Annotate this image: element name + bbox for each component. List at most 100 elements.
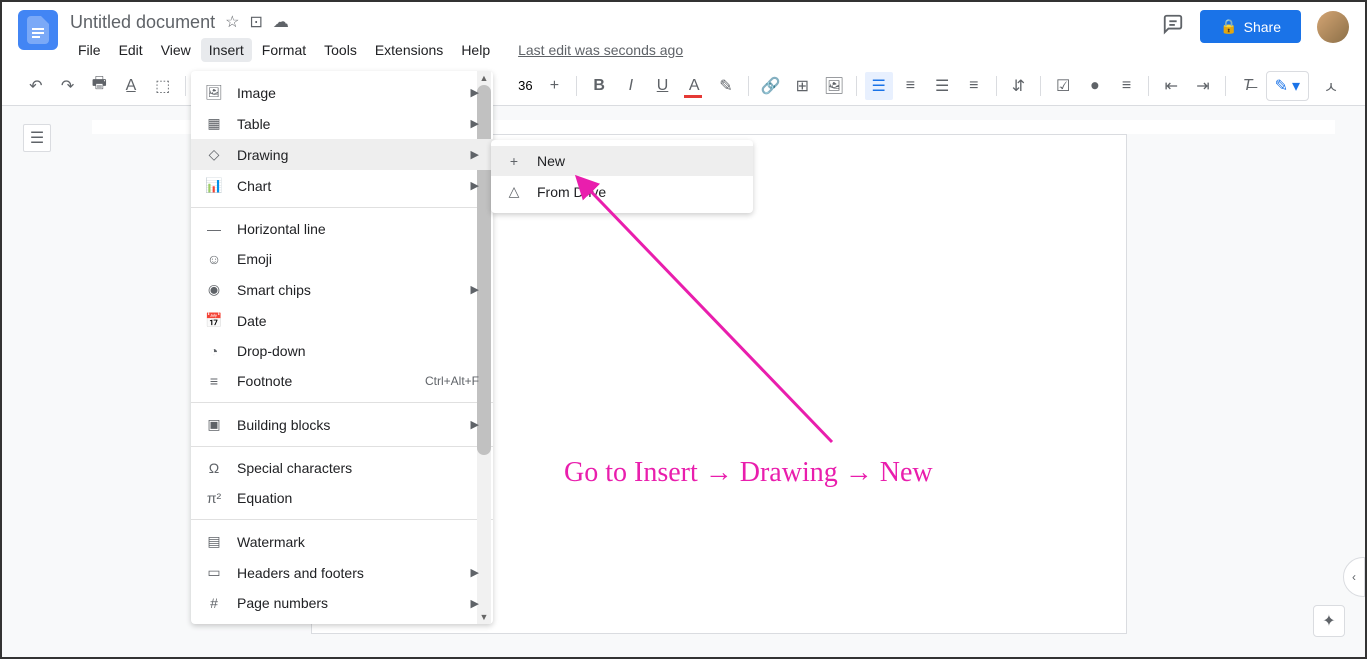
number-list-button[interactable]: ≡ [1113, 72, 1141, 100]
plus-icon: + [505, 153, 523, 169]
menu-item-label: Equation [237, 490, 479, 506]
share-button[interactable]: 🔒 Share [1200, 10, 1301, 43]
line-spacing-button[interactable]: ⇵ [1005, 72, 1033, 100]
menubar: File Edit View Insert Format Tools Exten… [70, 38, 1162, 62]
insert-menu-image[interactable]: 🖼 Image ▶ [191, 77, 493, 108]
shortcut-text: Ctrl+Alt+F [425, 374, 479, 388]
insert-menu-drop-down[interactable]: ◔ Drop-down [191, 336, 493, 366]
blocks-icon: ▣ [205, 416, 223, 433]
insert-menu-building-blocks[interactable]: ▣ Building blocks ▶ [191, 409, 493, 440]
menu-item-label: Special characters [237, 460, 479, 476]
menu-item-label: Headers and footers [237, 565, 457, 581]
checklist-button[interactable]: ☑ [1049, 72, 1077, 100]
menu-extensions[interactable]: Extensions [367, 38, 451, 62]
last-edit-link[interactable]: Last edit was seconds ago [518, 42, 683, 58]
comments-icon[interactable] [1162, 13, 1184, 41]
chevron-right-icon: ▶ [471, 283, 479, 296]
spellcheck-button[interactable]: A̲ [117, 72, 145, 100]
annotation-text: Go to Insert → Drawing → New [564, 457, 933, 489]
table-icon: ▦ [205, 115, 223, 132]
cloud-icon[interactable]: ☁ [273, 12, 289, 32]
chevron-right-icon: ▶ [471, 597, 479, 610]
insert-dropdown: ▲ ▼ 🖼 Image ▶▦ Table ▶◇ Drawing ▶📊 Chart… [191, 71, 493, 624]
insert-menu-drawing[interactable]: ◇ Drawing ▶ [191, 139, 493, 170]
italic-button[interactable]: I [617, 72, 645, 100]
app-header: Untitled document ☆ ⊡ ☁ File Edit View I… [2, 2, 1365, 66]
dropdown-icon: ◔ [205, 343, 223, 359]
align-left-button[interactable]: ☰ [865, 72, 893, 100]
insert-menu-emoji[interactable]: ☺ Emoji [191, 244, 493, 274]
menu-item-label: Footnote [237, 373, 411, 389]
font-size-value[interactable]: 36 [514, 78, 536, 93]
document-title[interactable]: Untitled document [70, 12, 215, 33]
menu-item-label: Horizontal line [237, 221, 479, 237]
insert-menu-watermark[interactable]: ▤ Watermark [191, 526, 493, 557]
font-size-increase[interactable]: + [541, 72, 569, 100]
date-icon: 📅 [205, 312, 223, 329]
chevron-right-icon: ▶ [471, 148, 479, 161]
menu-tools[interactable]: Tools [316, 38, 365, 62]
insert-menu-headers-and-footers[interactable]: ▭ Headers and footers ▶ [191, 557, 493, 588]
insert-menu-date[interactable]: 📅 Date [191, 305, 493, 336]
drawing-submenu: + New△ From Drive [491, 140, 753, 213]
insert-menu-page-numbers[interactable]: # Page numbers ▶ [191, 588, 493, 618]
print-button[interactable]: 🖶 [85, 72, 113, 100]
align-right-button[interactable]: ☰ [928, 72, 956, 100]
explore-button[interactable]: ✦ [1313, 605, 1345, 637]
menu-view[interactable]: View [153, 38, 199, 62]
move-icon[interactable]: ⊡ [249, 12, 262, 32]
drawing-icon: ◇ [205, 146, 223, 163]
omega-icon: Ω [205, 460, 223, 476]
menu-item-label: Drawing [237, 147, 457, 163]
undo-button[interactable]: ↶ [22, 72, 50, 100]
menu-format[interactable]: Format [254, 38, 314, 62]
star-icon[interactable]: ☆ [225, 12, 239, 32]
docs-logo-icon[interactable] [18, 10, 58, 50]
hline-icon: — [205, 221, 223, 237]
insert-menu-chart[interactable]: 📊 Chart ▶ [191, 170, 493, 201]
drawing-submenu-new[interactable]: + New [491, 146, 753, 176]
editing-mode-button[interactable]: ✎ ▾ [1266, 71, 1309, 101]
menu-item-label: Emoji [237, 251, 479, 267]
menu-item-label: Watermark [237, 534, 479, 550]
insert-menu-special-characters[interactable]: Ω Special characters [191, 453, 493, 483]
align-justify-button[interactable]: ≡ [960, 72, 988, 100]
menu-insert[interactable]: Insert [201, 38, 252, 62]
menu-file[interactable]: File [70, 38, 109, 62]
headers-icon: ▭ [205, 564, 223, 581]
bullet-list-button[interactable]: ⦁ [1081, 72, 1109, 100]
submenu-item-label: From Drive [537, 184, 739, 200]
menu-item-label: Image [237, 85, 457, 101]
expand-button[interactable]: ㅅ [1317, 72, 1345, 100]
highlight-button[interactable]: ✎ [712, 72, 740, 100]
insert-menu-table[interactable]: ▦ Table ▶ [191, 108, 493, 139]
lock-icon: 🔒 [1220, 18, 1237, 35]
comment-button[interactable]: ⊞ [788, 72, 816, 100]
align-center-button[interactable]: ≡ [897, 72, 925, 100]
redo-button[interactable]: ↷ [54, 72, 82, 100]
insert-menu-footnote[interactable]: ≡ Footnote Ctrl+Alt+F [191, 366, 493, 396]
bold-button[interactable]: B [585, 72, 613, 100]
menu-help[interactable]: Help [453, 38, 498, 62]
chips-icon: ◉ [205, 281, 223, 298]
insert-menu-equation[interactable]: π² Equation [191, 483, 493, 513]
drawing-submenu-from-drive[interactable]: △ From Drive [491, 176, 753, 207]
text-color-button[interactable]: A [680, 72, 708, 100]
pencil-icon: ✎ [1275, 76, 1288, 96]
watermark-icon: ▤ [205, 533, 223, 550]
clear-formatting-button[interactable]: T̶ [1234, 72, 1262, 100]
insert-menu-horizontal-line[interactable]: — Horizontal line [191, 214, 493, 244]
link-button[interactable]: 🔗 [757, 72, 785, 100]
user-avatar[interactable] [1317, 11, 1349, 43]
outline-button[interactable]: ☰ [23, 124, 51, 152]
menu-item-label: Smart chips [237, 282, 457, 298]
insert-menu-smart-chips[interactable]: ◉ Smart chips ▶ [191, 274, 493, 305]
menu-edit[interactable]: Edit [111, 38, 151, 62]
underline-button[interactable]: U [649, 72, 677, 100]
indent-increase-button[interactable]: ⇥ [1189, 72, 1217, 100]
indent-decrease-button[interactable]: ⇤ [1157, 72, 1185, 100]
paint-format-button[interactable]: ⬚ [149, 72, 177, 100]
chevron-right-icon: ▶ [471, 566, 479, 579]
image-button[interactable]: 🖼 [820, 72, 848, 100]
equation-icon: π² [205, 490, 223, 506]
